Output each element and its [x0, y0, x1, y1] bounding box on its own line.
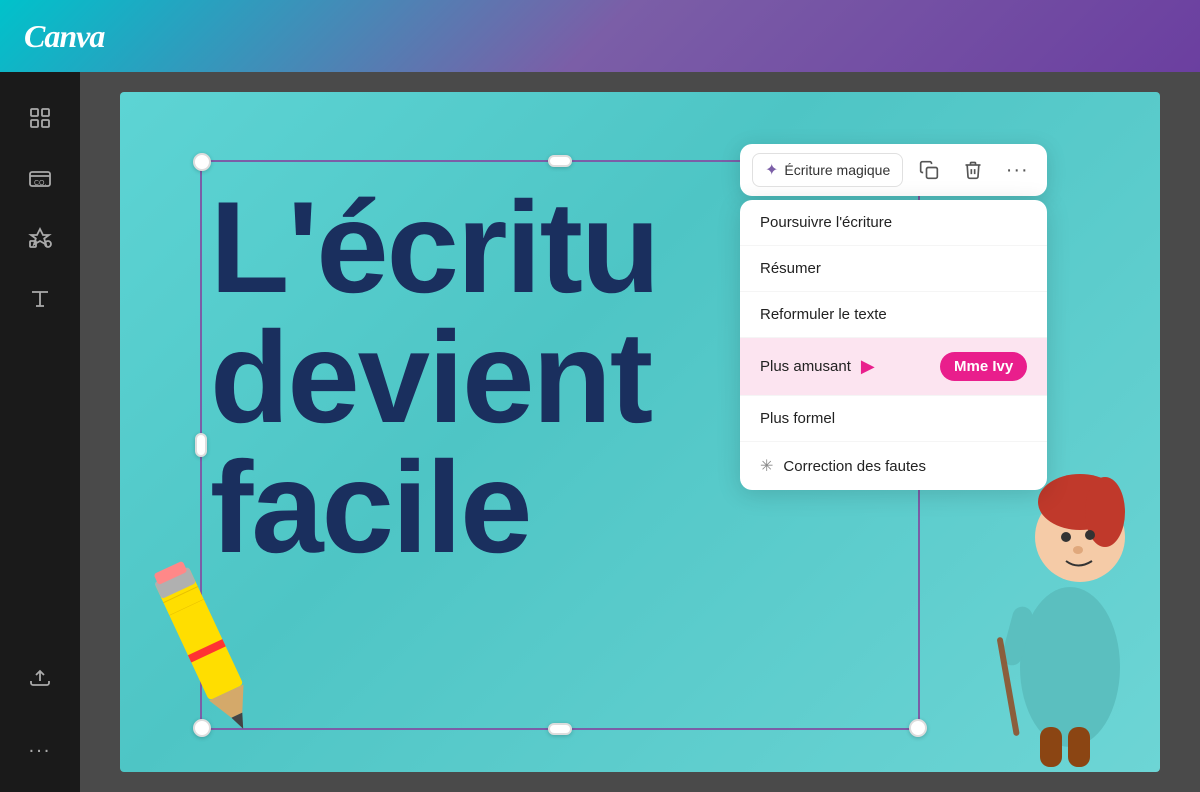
delete-button[interactable]: [955, 152, 991, 188]
magic-write-button[interactable]: ✦ Écriture magique: [752, 153, 903, 187]
menu-item-continue[interactable]: Poursuivre l'écriture: [740, 200, 1047, 246]
sidebar-item-upload[interactable]: [14, 650, 66, 702]
handle-top-left[interactable]: [193, 153, 211, 171]
menu-item-fix-label: Correction des fautes: [783, 458, 926, 475]
copy-icon: [919, 160, 939, 180]
canva-logo: Canva: [24, 18, 104, 55]
toolbar-bar: ✦ Écriture magique: [740, 144, 1047, 196]
menu-item-summarize[interactable]: Résumer: [740, 246, 1047, 292]
design-canvas[interactable]: L'écritu devient facile: [120, 92, 1160, 772]
svg-text:CO.: CO.: [34, 180, 47, 187]
menu-item-fix[interactable]: ✳ Correction des fautes: [740, 442, 1047, 490]
sidebar-item-more[interactable]: ...: [14, 720, 66, 772]
menu-item-fun-label: Plus amusant: [760, 358, 851, 375]
handle-middle-left[interactable]: [195, 433, 207, 457]
menu-item-formal[interactable]: Plus formel: [740, 396, 1047, 442]
copy-button[interactable]: [911, 152, 947, 188]
brand-icon: CO.: [28, 166, 52, 190]
menu-item-fun[interactable]: Plus amusant ▶ Mme Ivy: [740, 338, 1047, 396]
handle-bottom-right[interactable]: [909, 719, 927, 737]
mme-ivy-badge: Mme Ivy: [940, 352, 1027, 381]
more-dots-icon: ···: [1006, 159, 1029, 182]
more-options-button[interactable]: ···: [999, 152, 1035, 188]
menu-item-continue-label: Poursuivre l'écriture: [760, 214, 892, 231]
main-area: CO. ...: [0, 72, 1200, 792]
menu-item-rewrite[interactable]: Reformuler le texte: [740, 292, 1047, 338]
sidebar-item-templates[interactable]: [14, 92, 66, 144]
magic-write-label: Écriture magique: [784, 162, 890, 178]
toolbar-popup: ✦ Écriture magique: [740, 144, 1047, 490]
sparkle-icon: ✦: [765, 160, 778, 180]
handle-top-middle[interactable]: [548, 155, 572, 167]
upload-icon: [28, 664, 52, 688]
more-dots: ...: [29, 735, 52, 758]
dropdown-menu: Poursuivre l'écriture Résumer Reformuler…: [740, 200, 1047, 490]
handle-bottom-middle[interactable]: [548, 723, 572, 735]
text-icon: [28, 286, 52, 310]
sidebar-item-brand[interactable]: CO.: [14, 152, 66, 204]
trash-icon: [963, 160, 983, 180]
arrow-right-icon: ▶: [861, 356, 875, 377]
sidebar: CO. ...: [0, 72, 80, 792]
sidebar-item-text[interactable]: [14, 272, 66, 324]
canvas-area: L'écritu devient facile: [80, 72, 1200, 792]
menu-item-formal-label: Plus formel: [760, 410, 835, 427]
top-bar: Canva: [0, 0, 1200, 72]
fix-sparkle-icon: ✳: [760, 456, 773, 476]
menu-item-rewrite-label: Reformuler le texte: [760, 306, 887, 323]
menu-item-summarize-label: Résumer: [760, 260, 821, 277]
grid-icon: [28, 106, 52, 130]
elements-icon: [28, 226, 52, 250]
sidebar-item-elements[interactable]: [14, 212, 66, 264]
